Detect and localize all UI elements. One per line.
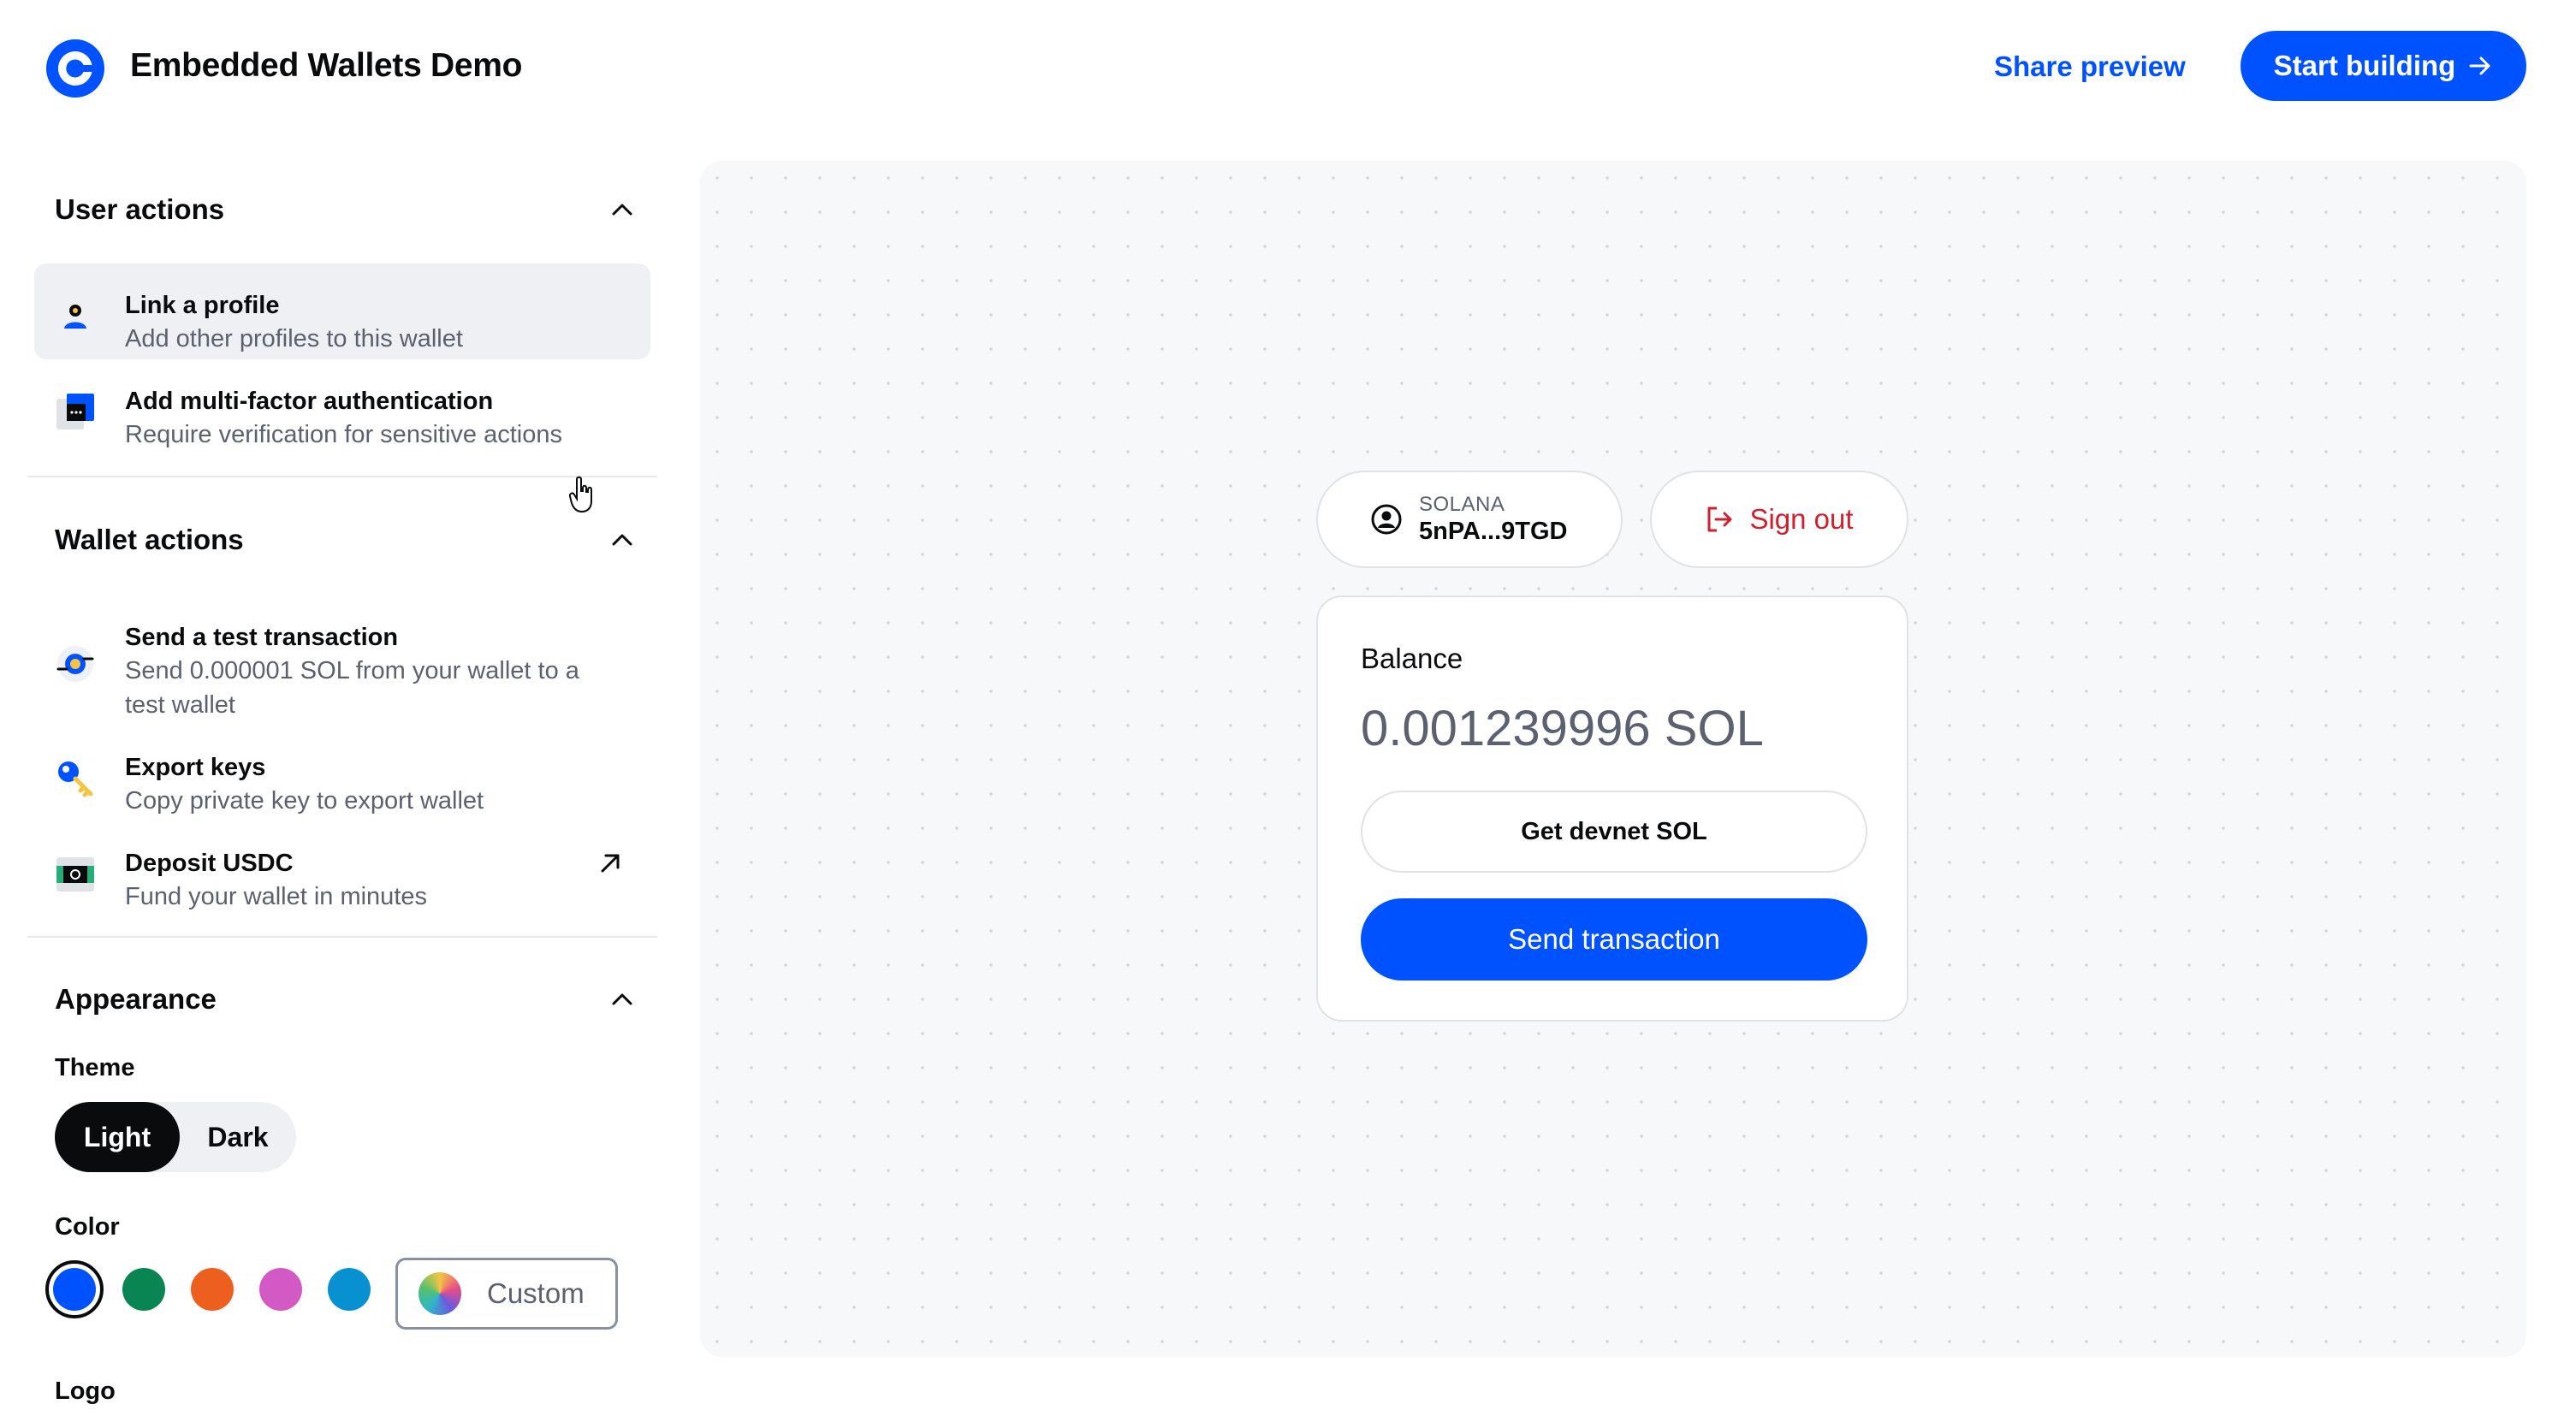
send-transaction-button[interactable]: Send transaction [1361,898,1867,980]
sign-out-icon [1707,507,1732,532]
balance-card: Balance 0.001239996 SOL Get devnet SOL S… [1316,595,1908,1022]
color-swatch-pink[interactable] [259,1268,302,1311]
section-divider [27,476,657,477]
share-preview-link[interactable]: Share preview [1994,48,2186,86]
start-building-button[interactable]: Start building [2241,31,2526,101]
sign-out-button[interactable]: Sign out [1650,471,1908,568]
sidebar: User actions Link a profile Add other pr… [0,133,668,1410]
add-mfa-desc: Require verification for sensitive actio… [125,421,562,448]
balance-value: 0.001239996 SOL [1361,701,1764,756]
color-wheel-icon [418,1272,461,1315]
logo-label: Logo [55,1377,116,1405]
section-divider [27,936,657,938]
link-profile-action[interactable]: Link a profile Add other profiles to thi… [34,264,650,359]
link-profile-desc: Add other profiles to this wallet [125,325,463,352]
wallet-address: 5nPA...9TGD [1419,518,1568,545]
key-icon [58,761,93,797]
send-test-transaction-desc-line1: Send 0.000001 SOL from your wallet to a [125,657,579,684]
theme-light-option[interactable]: Light [55,1102,180,1172]
theme-dark-option[interactable]: Dark [180,1102,296,1172]
start-building-label: Start building [2273,50,2456,81]
mfa-icon [56,394,94,430]
export-keys-action[interactable]: Export keys Copy private key to export w… [34,726,650,821]
hand-cursor-icon [568,476,592,513]
deposit-usdc-title: Deposit USDC [125,850,294,877]
custom-color-button[interactable]: Custom [395,1258,618,1330]
user-actions-title: User actions [55,193,225,225]
wallet-address-pill[interactable]: SOLANA 5nPA...9TGD [1316,471,1623,568]
chevron-up-icon [612,204,632,216]
theme-label: Theme [55,1054,135,1081]
app-page: Embedded Wallets Demo Share preview Star… [0,0,2576,1410]
add-mfa-title: Add multi-factor authentication [125,388,494,415]
color-swatch-green[interactable] [122,1268,165,1311]
arrow-right-icon [2469,56,2490,75]
cash-icon [56,857,94,892]
theme-toggle: Light Dark [55,1102,296,1172]
chevron-up-icon [612,534,632,546]
send-test-transaction-title: Send a test transaction [125,624,399,651]
send-test-transaction-action[interactable]: Send a test transaction Send 0.000001 SO… [34,595,650,724]
account-circle-icon [1371,504,1402,535]
chevron-up-icon [612,993,632,1005]
external-link-icon [601,854,620,873]
color-swatch-cyan[interactable] [328,1268,371,1311]
deposit-usdc-action[interactable]: Deposit USDC Fund your wallet in minutes [34,821,650,917]
link-profile-title: Link a profile [125,292,280,319]
add-mfa-action[interactable]: Add multi-factor authentication Require … [34,359,650,455]
network-label: SOLANA [1419,493,1505,516]
sign-out-label: Sign out [1749,503,1854,535]
coinbase-logo-icon [46,39,104,98]
send-test-transaction-desc-line2: test wallet [125,691,235,719]
appearance-title: Appearance [55,983,217,1015]
balance-label: Balance [1361,643,1463,674]
wallet-actions-title: Wallet actions [55,524,244,555]
color-swatch-blue[interactable] [45,1260,104,1318]
wallet-actions-header[interactable]: Wallet actions [55,514,637,566]
app-title: Embedded Wallets Demo [130,47,523,84]
export-keys-title: Export keys [125,754,266,781]
get-devnet-sol-button[interactable]: Get devnet SOL [1361,791,1867,873]
custom-color-label: Custom [487,1277,585,1309]
export-keys-desc: Copy private key to export wallet [125,787,484,815]
top-header: Embedded Wallets Demo Share preview Star… [0,0,2576,133]
appearance-header[interactable]: Appearance [55,974,637,1025]
transaction-icon [56,646,94,682]
deposit-usdc-desc: Fund your wallet in minutes [125,883,427,910]
color-label: Color [55,1213,120,1241]
profile-icon [58,299,92,334]
user-actions-header[interactable]: User actions [55,184,637,235]
color-swatch-orange[interactable] [191,1268,234,1311]
